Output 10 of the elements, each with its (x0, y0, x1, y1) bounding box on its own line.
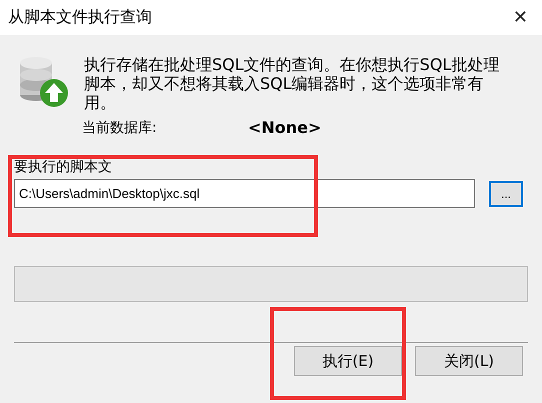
script-label: 要执行的脚本文 (14, 159, 113, 176)
script-path-field[interactable]: C:\Users\admin\Desktop\jxc.sql (14, 179, 475, 208)
close-button[interactable]: 关闭(L) (415, 346, 523, 376)
database-label: 当前数据库: (82, 118, 158, 136)
description-text: 执行存储在批处理SQL文件的查询。在你想执行SQL批处理脚本，却又不想将其载入SQL编辑器时，这个选项非常有用。 (84, 55, 500, 112)
database-value: <None> (248, 118, 322, 137)
browse-button[interactable]: ... (489, 180, 523, 206)
close-icon[interactable]: ✕ (512, 7, 528, 28)
execute-button[interactable]: 执行(E) (294, 346, 402, 376)
window-title: 从脚本文件执行查询 (8, 7, 152, 28)
